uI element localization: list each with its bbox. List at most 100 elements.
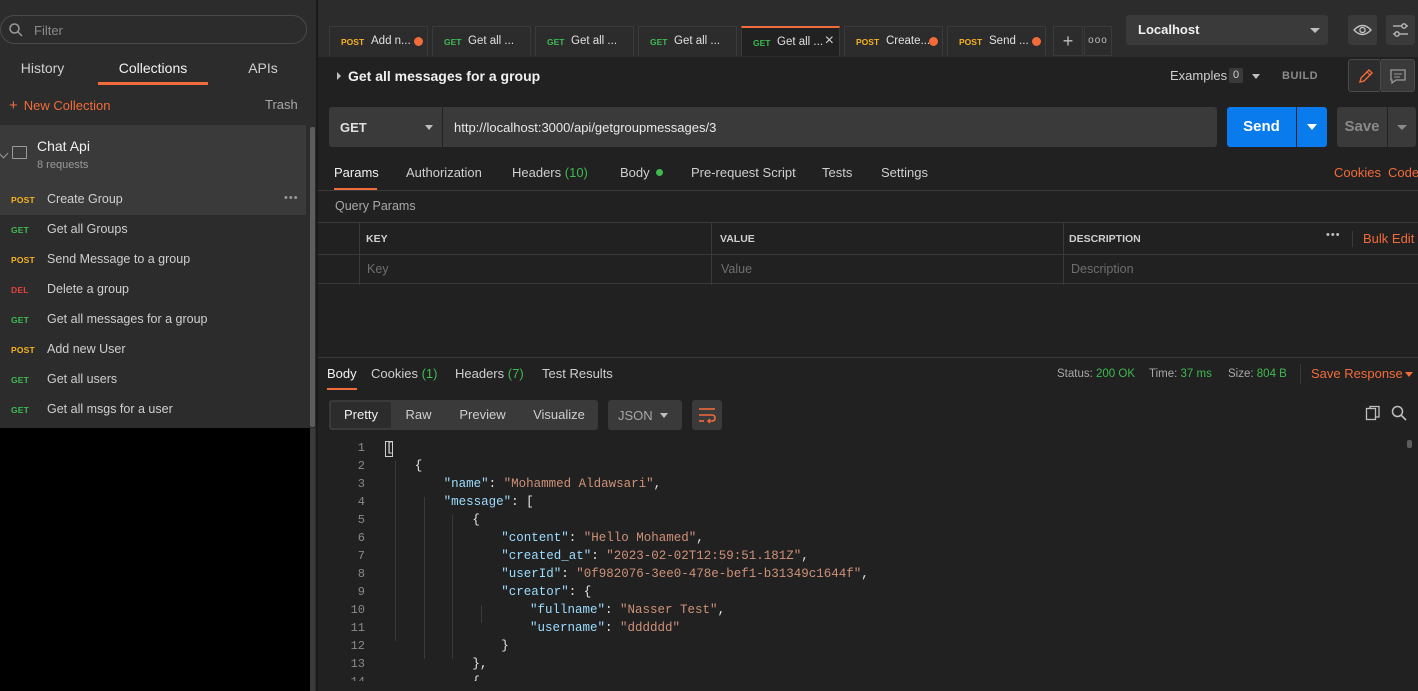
json-punctuation: :	[561, 567, 577, 581]
chevron-down-icon[interactable]	[0, 148, 9, 159]
collection-chat-api[interactable]: Chat Api 8 requests	[0, 125, 306, 185]
code-line: "created_at": "2023-02-02T12:59:51.181Z"…	[501, 549, 809, 563]
method-select[interactable]: GET	[329, 107, 442, 147]
view-visualize-button[interactable]: Visualize	[529, 400, 589, 430]
view-raw-button[interactable]: Raw	[401, 400, 436, 430]
tab-headers[interactable]: Headers (10)	[512, 165, 588, 190]
tab-authorization[interactable]: Authorization	[406, 165, 482, 190]
request-name: Create Group	[47, 192, 123, 206]
format-value: JSON	[618, 408, 653, 423]
json-string: "Hello Mohamed"	[583, 531, 697, 545]
request-item-create-group[interactable]: POST Create Group •••	[0, 185, 306, 215]
request-item-get-all-users[interactable]: GET Get all users	[0, 365, 306, 395]
size-value[interactable]: 804 B	[1257, 368, 1287, 380]
json-punctuation: :	[605, 621, 621, 635]
format-select[interactable]: JSON	[608, 400, 682, 430]
json-key: "content"	[501, 531, 569, 545]
chevron-down-icon[interactable]	[1405, 372, 1413, 377]
view-preview-button[interactable]: Preview	[454, 400, 511, 430]
new-collection-button[interactable]: + New Collection	[9, 97, 110, 114]
chevron-down-icon[interactable]	[1252, 74, 1260, 79]
request-item-add-user[interactable]: POST Add new User	[0, 335, 306, 365]
response-body-editor[interactable]: 1[2{3 "name": "Mohammed Aldawsari", 4 "mess…	[318, 440, 1418, 681]
editor-scrollbar[interactable]	[1407, 440, 1412, 448]
request-tab[interactable]: GET Get all ...	[535, 26, 634, 56]
response-divider[interactable]	[318, 357, 1418, 358]
tab-settings[interactable]: Settings	[881, 165, 928, 190]
environment-quick-look-button[interactable]	[1348, 15, 1377, 45]
response-tab-test-results[interactable]: Test Results	[542, 366, 613, 390]
method-badge: POST	[856, 37, 880, 47]
request-tab[interactable]: POST Add n...	[329, 26, 428, 56]
line-number: 10	[350, 603, 365, 617]
tab-body[interactable]: Body	[620, 165, 663, 190]
more-options-icon[interactable]: •••	[284, 192, 299, 204]
time-value[interactable]: 37 ms	[1181, 368, 1212, 380]
method-badge: GET	[650, 37, 668, 47]
blank-panel-scrollbar[interactable]	[310, 428, 315, 691]
response-time: Time: 37 ms	[1149, 368, 1212, 380]
request-item-get-user-msgs[interactable]: GET Get all msgs for a user	[0, 395, 306, 425]
json-string: "dddddd"	[620, 621, 681, 635]
response-tab-cookies[interactable]: Cookies (1)	[371, 366, 437, 390]
wrap-lines-button[interactable]	[692, 400, 722, 430]
url-input[interactable]: http://localhost:3000/api/getgroupmessag…	[443, 107, 1217, 147]
code-link[interactable]: Code	[1388, 165, 1418, 180]
filter-input[interactable]	[34, 20, 284, 40]
environment-select[interactable]: Localhost	[1126, 15, 1328, 45]
response-status: Status: 200 OK	[1057, 368, 1135, 380]
save-button[interactable]: Save	[1337, 107, 1387, 147]
bulk-edit-link[interactable]: Bulk Edit	[1363, 231, 1414, 246]
request-item-send-message[interactable]: POST Send Message to a group	[0, 245, 306, 275]
sidebar-scrollbar[interactable]	[310, 127, 315, 427]
examples-button[interactable]: Examples	[1170, 68, 1227, 83]
save-response-button[interactable]: Save Response	[1311, 366, 1403, 381]
environment-area: Localhost	[1118, 0, 1418, 57]
chevron-right-icon[interactable]	[337, 72, 341, 80]
filter-box[interactable]	[0, 15, 307, 44]
request-tab[interactable]: POST Send ...	[947, 26, 1046, 56]
description-input[interactable]: Description	[1071, 262, 1134, 276]
request-tab-active[interactable]: GET Get all ... ×	[741, 26, 840, 56]
pencil-icon	[1359, 69, 1373, 83]
request-item-get-all-groups[interactable]: GET Get all Groups	[0, 215, 306, 245]
new-tab-button[interactable]: +	[1053, 26, 1083, 56]
request-tab[interactable]: POST Create...	[844, 26, 943, 56]
view-pretty-button[interactable]: Pretty	[331, 402, 391, 428]
tab-pre-request-script[interactable]: Pre-request Script	[691, 165, 796, 190]
code-line: "name": "Mohammed Aldawsari",	[444, 477, 662, 491]
request-tab[interactable]: GET Get all ...	[432, 26, 531, 56]
trash-button[interactable]: Trash	[265, 97, 298, 112]
manage-environments-button[interactable]	[1386, 15, 1415, 45]
value-input[interactable]: Value	[721, 262, 752, 276]
cookies-link[interactable]: Cookies	[1334, 165, 1381, 180]
tab-apis[interactable]: APIs	[248, 60, 278, 84]
url-value: http://localhost:3000/api/getgroupmessag…	[454, 120, 717, 135]
tab-more-button[interactable]: ooo	[1084, 26, 1112, 56]
tab-history[interactable]: History	[19, 60, 66, 84]
key-input[interactable]: Key	[367, 262, 389, 276]
unsaved-dot-icon	[1032, 37, 1041, 46]
status-value[interactable]: 200 OK	[1096, 368, 1135, 380]
request-item-get-group-messages[interactable]: GET Get all messages for a group	[0, 305, 306, 335]
copy-icon[interactable]	[1365, 405, 1381, 421]
chevron-down-icon	[660, 413, 668, 418]
edit-button[interactable]	[1348, 59, 1381, 92]
indent-guide	[394, 461, 396, 641]
send-button[interactable]: Send	[1227, 107, 1296, 147]
request-item-delete-group[interactable]: DEL Delete a group	[0, 275, 306, 305]
tab-collections[interactable]: Collections	[98, 60, 208, 85]
send-options-button[interactable]	[1297, 107, 1327, 147]
tab-params[interactable]: Params	[334, 165, 379, 190]
request-tab[interactable]: GET Get all ...	[638, 26, 737, 56]
comments-button[interactable]	[1381, 59, 1415, 92]
request-name: Get all Groups	[47, 222, 128, 236]
close-icon[interactable]: ×	[825, 32, 834, 50]
search-icon[interactable]	[1391, 405, 1407, 421]
tab-tests[interactable]: Tests	[822, 165, 852, 190]
json-string: "0f982076-3ee0-478e-bef1-b31349c1644f"	[576, 567, 862, 581]
save-options-button[interactable]	[1388, 107, 1416, 147]
response-tab-body[interactable]: Body	[327, 366, 357, 390]
response-tab-headers[interactable]: Headers (7)	[455, 366, 524, 390]
more-options-icon[interactable]: •••	[1326, 229, 1341, 241]
